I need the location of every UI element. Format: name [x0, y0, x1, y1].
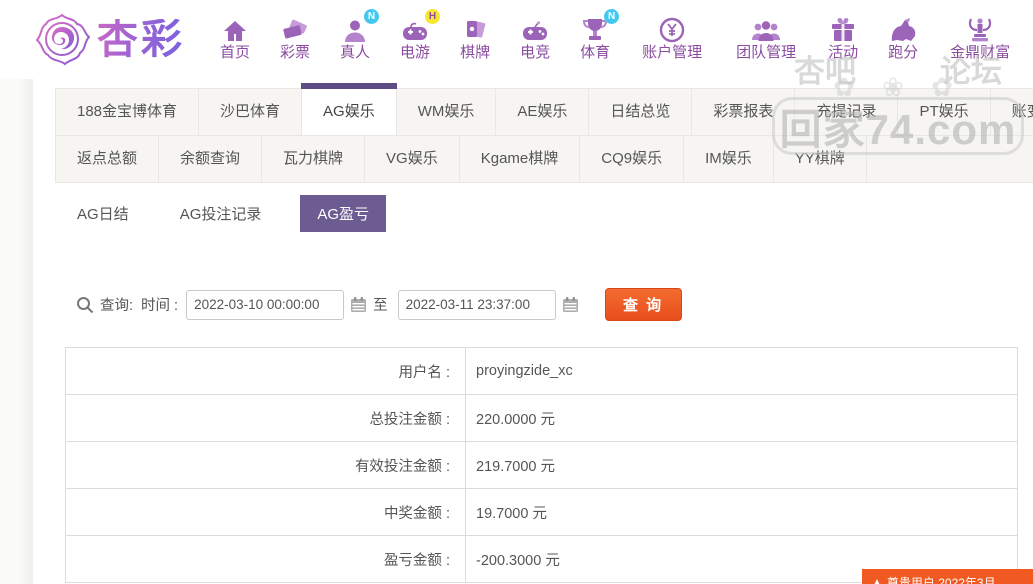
tab-ag-entertainment[interactable]: AG娱乐: [302, 89, 397, 135]
main-nav: 首页 彩票 N 真人: [205, 16, 1027, 62]
tab-ae-entertainment[interactable]: AE娱乐: [496, 89, 589, 135]
tab-kgame-boardgames[interactable]: Kgame棋牌: [460, 136, 581, 182]
running-horse-icon: [889, 16, 917, 43]
tab-rebate-total[interactable]: 返点总额: [56, 136, 159, 182]
tabstrip-row1: 188金宝博体育 沙巴体育 AG娱乐 WM娱乐 AE娱乐 日结总览 彩票报表 充…: [56, 89, 1033, 136]
nav-item-live[interactable]: N 真人: [340, 16, 370, 62]
live-n-badge: N: [364, 9, 379, 24]
nav-item-sports[interactable]: N 体育: [580, 16, 610, 62]
table-row-valid-bet: 有效投注金额 : 219.7000 元: [66, 442, 1018, 489]
ticket-icon: [281, 16, 309, 43]
nav-item-paofen[interactable]: 跑分: [888, 16, 918, 62]
brand-emblem-icon: [34, 10, 90, 68]
profit-loss-table: 用户名 : proyingzide_xc 总投注金额 : 220.0000 元 …: [65, 347, 1018, 583]
gift-icon: [830, 16, 856, 43]
row-value: proyingzide_xc: [466, 348, 1018, 395]
ag-subtabs: AG日结 AG投注记录 AG盈亏: [65, 195, 1033, 232]
tab-lottery-report[interactable]: 彩票报表: [692, 89, 795, 135]
nav-item-esports[interactable]: 电竞: [520, 16, 550, 62]
end-datetime-input[interactable]: [398, 290, 556, 320]
tab-shaba-sports[interactable]: 沙巴体育: [199, 89, 302, 135]
row-value: 19.7000 元: [466, 489, 1018, 536]
nav-item-wealth[interactable]: 金鼎财富: [950, 16, 1010, 62]
subtab-ag-bet-records[interactable]: AG投注记录: [168, 195, 274, 232]
golden-tripod-icon: [966, 16, 994, 43]
search-icon: [76, 296, 94, 314]
tab-wali-boardgames[interactable]: 瓦力棋牌: [262, 136, 365, 182]
page-left-gutter: [0, 79, 33, 584]
tab-wm-entertainment[interactable]: WM娱乐: [397, 89, 497, 135]
query-label: 查询:: [100, 294, 133, 315]
table-row-username: 用户名 : proyingzide_xc: [66, 348, 1018, 395]
row-value: 219.7000 元: [466, 442, 1018, 489]
nav-item-home[interactable]: 首页: [220, 16, 250, 62]
tab-yy-boardgames[interactable]: YY棋牌: [774, 136, 867, 182]
home-icon: [222, 16, 248, 43]
subtab-ag-daily[interactable]: AG日结: [65, 195, 141, 232]
tab-deposit-withdraw-records[interactable]: 充提记录: [795, 89, 898, 135]
tab-im-entertainment[interactable]: IM娱乐: [684, 136, 774, 182]
start-datetime-input[interactable]: [186, 290, 344, 320]
report-tabstrip: 188金宝博体育 沙巴体育 AG娱乐 WM娱乐 AE娱乐 日结总览 彩票报表 充…: [55, 88, 1033, 183]
announcement-icon: ▲: [872, 578, 882, 584]
start-calendar-icon[interactable]: [350, 296, 367, 313]
time-label: 时间 :: [141, 294, 178, 315]
coin-icon: [659, 16, 685, 43]
brand-logo[interactable]: 杏彩: [34, 10, 185, 68]
subtab-ag-profit-loss[interactable]: AG盈亏: [300, 195, 386, 232]
egames-h-badge: H: [425, 9, 440, 24]
end-calendar-icon[interactable]: [562, 296, 579, 313]
nav-item-lottery[interactable]: 彩票: [280, 16, 310, 62]
gamepad-icon: H: [401, 16, 429, 43]
nav-item-egames[interactable]: H 电游: [400, 16, 430, 62]
announcement-banner: ▲ 尊贵用户 2022年3月: [862, 569, 1033, 584]
row-label: 用户名 :: [66, 348, 466, 395]
table-row-total-bet: 总投注金额 : 220.0000 元: [66, 395, 1018, 442]
nav-item-account[interactable]: 账户管理: [642, 16, 702, 62]
row-label: 总投注金额 :: [66, 395, 466, 442]
nav-item-boardgames[interactable]: 棋牌: [460, 16, 490, 62]
query-submit-button[interactable]: 查 询: [605, 288, 682, 321]
nav-item-activities[interactable]: 活动: [828, 16, 858, 62]
row-label: 盈亏金额 :: [66, 536, 466, 583]
cards-icon: [463, 16, 487, 43]
to-label: 至: [373, 294, 388, 315]
row-label: 中奖金额 :: [66, 489, 466, 536]
nav-item-team[interactable]: 团队管理: [736, 16, 796, 62]
query-bar: 查询: 时间 : 至 查 询: [76, 288, 1033, 321]
row-value: 220.0000 元: [466, 395, 1018, 442]
tab-balance-query[interactable]: 余额查询: [159, 136, 262, 182]
tab-daily-overview[interactable]: 日结总览: [589, 89, 692, 135]
sports-n-badge: N: [604, 9, 619, 24]
row-label: 有效投注金额 :: [66, 442, 466, 489]
live-person-icon: N: [342, 16, 368, 43]
tabstrip-row2: 返点总额 余额查询 瓦力棋牌 VG娱乐 Kgame棋牌 CQ9娱乐 IM娱乐 Y…: [56, 136, 1033, 182]
esports-gamepad-icon: [521, 16, 549, 43]
team-people-icon: [751, 16, 781, 43]
tab-vg-entertainment[interactable]: VG娱乐: [365, 136, 460, 182]
table-row-winnings: 中奖金额 : 19.7000 元: [66, 489, 1018, 536]
tab-account-change-report[interactable]: 账变报表: [991, 89, 1033, 135]
top-header: 杏彩 首页 彩票 N: [0, 0, 1033, 78]
trophy-icon: N: [582, 16, 608, 43]
brand-wordmark: 杏彩: [97, 19, 185, 60]
tab-cq9-entertainment[interactable]: CQ9娱乐: [580, 136, 684, 182]
tab-pt-entertainment[interactable]: PT娱乐: [898, 89, 990, 135]
tab-188jinbaobo-sports[interactable]: 188金宝博体育: [56, 89, 199, 135]
announcement-text: 尊贵用户 2022年3月: [887, 574, 996, 584]
